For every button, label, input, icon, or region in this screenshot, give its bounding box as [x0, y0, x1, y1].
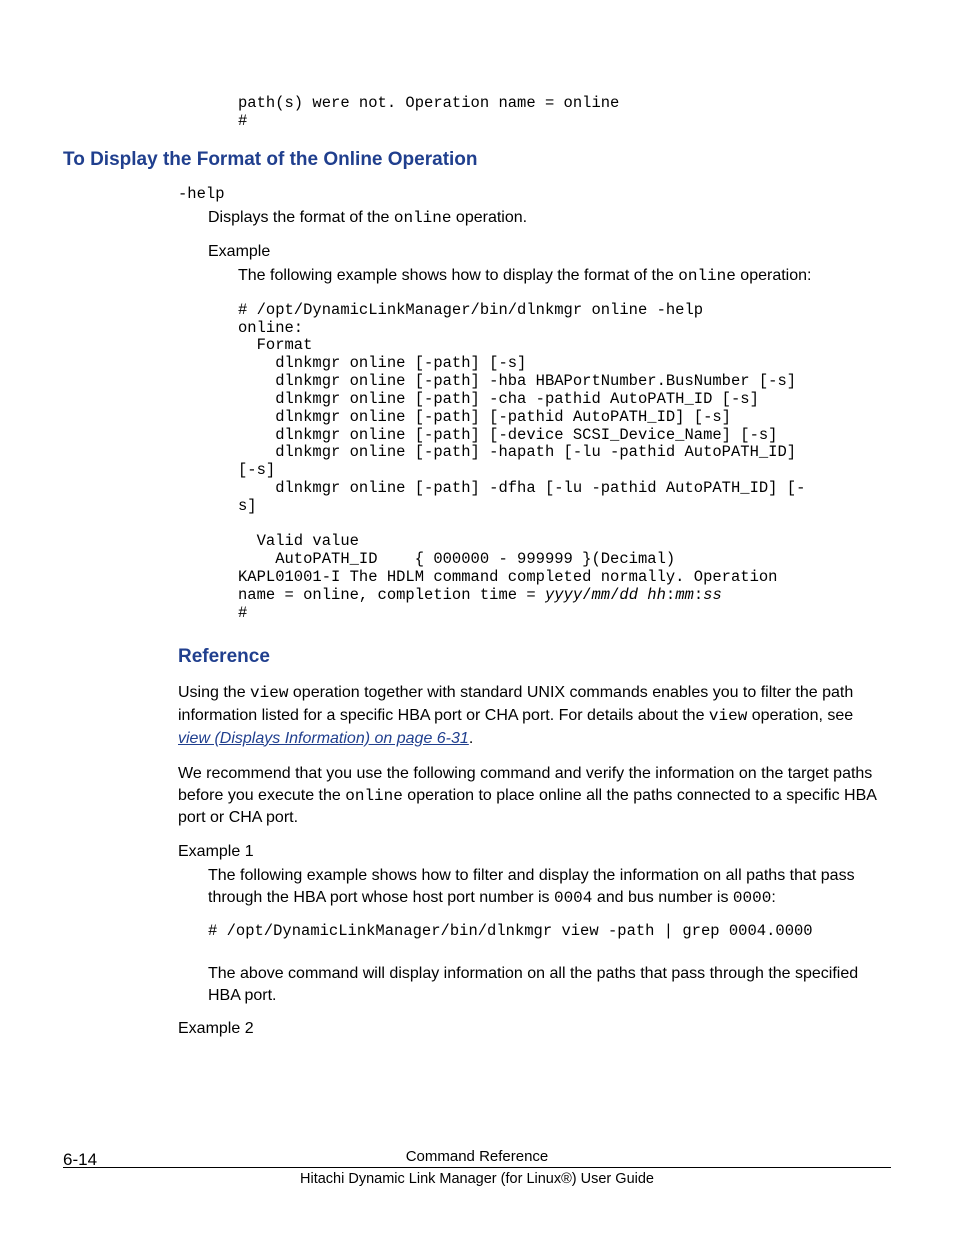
inline-code: online	[678, 267, 736, 285]
reference-p1: Using the view operation together with s…	[178, 682, 880, 749]
code-text: /	[610, 586, 619, 604]
inline-code: view	[250, 684, 288, 702]
inline-code: online	[394, 209, 452, 227]
footer-title: Command Reference	[0, 1148, 954, 1165]
footer-subtitle: Hitachi Dynamic Link Manager (for Linux®…	[0, 1171, 954, 1187]
cross-reference-link[interactable]: view (Displays Information) on page 6-31	[178, 730, 469, 747]
code-var: ss	[703, 586, 722, 604]
content-area: path(s) were not. Operation name = onlin…	[0, 95, 954, 1038]
option-description: Displays the format of the online operat…	[208, 207, 880, 230]
code-text: :	[666, 586, 675, 604]
example-code-block: # /opt/DynamicLinkManager/bin/dlnkmgr on…	[208, 302, 880, 623]
example-body: The following example shows how to displ…	[238, 265, 880, 288]
text: .	[469, 730, 473, 747]
page-number: 6-14	[63, 1150, 97, 1170]
text: :	[771, 889, 775, 906]
text: Displays the format of the	[208, 209, 394, 226]
code-var: mm	[675, 586, 694, 604]
footer-rule	[63, 1167, 891, 1168]
page-footer: 6-14 Command Reference Hitachi Dynamic L…	[0, 1148, 954, 1187]
example-label: Example	[208, 243, 880, 261]
code-text: #	[238, 604, 247, 622]
page: path(s) were not. Operation name = onlin…	[0, 0, 954, 1235]
inline-code: online	[345, 787, 403, 805]
text: The following example shows how to displ…	[238, 267, 678, 284]
example-intro: The following example shows how to displ…	[238, 265, 880, 288]
code-text: :	[694, 586, 703, 604]
inline-code: 0000	[733, 889, 771, 907]
example1-intro: The following example shows how to filte…	[208, 865, 880, 909]
inline-code: 0004	[554, 889, 592, 907]
example1-command: # /opt/DynamicLinkManager/bin/dlnkmgr vi…	[208, 923, 880, 941]
text: operation.	[451, 209, 527, 226]
reference-p2: We recommend that you use the following …	[178, 763, 880, 829]
code-var: dd hh	[619, 586, 666, 604]
text: operation, see	[747, 707, 853, 724]
code-var: yyyy	[545, 586, 582, 604]
inline-code: view	[709, 707, 747, 725]
section-heading: To Display the Format of the Online Oper…	[63, 149, 880, 171]
text: operation:	[736, 267, 812, 284]
example1-label: Example 1	[178, 843, 880, 861]
text: and bus number is	[592, 889, 733, 906]
code-var: mm	[591, 586, 610, 604]
example1-after: The above command will display informati…	[208, 963, 880, 1006]
option-term: -help	[178, 185, 880, 203]
option-body: Displays the format of the online operat…	[208, 207, 880, 623]
example2-label: Example 2	[178, 1020, 880, 1038]
example1-body: The following example shows how to filte…	[208, 865, 880, 1006]
reference-heading: Reference	[178, 646, 880, 668]
top-code-block: path(s) were not. Operation name = onlin…	[178, 95, 880, 131]
code-text: # /opt/DynamicLinkManager/bin/dlnkmgr on…	[238, 301, 805, 568]
text: Using the	[178, 684, 250, 701]
